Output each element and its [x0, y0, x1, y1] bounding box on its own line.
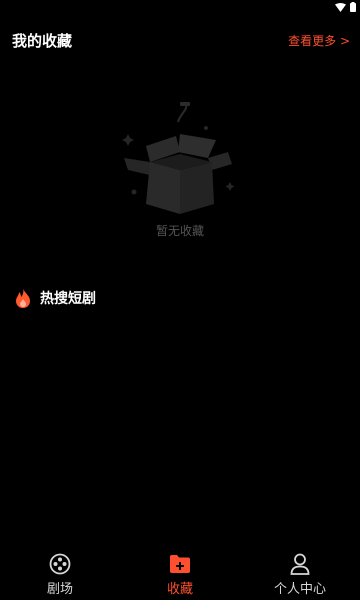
- hot-dramas-title: 热搜短剧: [40, 291, 96, 307]
- page-title: 我的收藏: [12, 31, 73, 50]
- battery-icon: [350, 2, 356, 12]
- empty-box-icon: [122, 102, 235, 214]
- hot-dramas-header: 热搜短剧: [14, 288, 96, 308]
- tab-theater-label: 剧场: [46, 582, 73, 597]
- bottom-tab-bar: 剧场 收藏 个人中心: [0, 550, 360, 600]
- fire-icon: [16, 288, 30, 308]
- tab-profile[interactable]: 个人中心: [240, 550, 360, 600]
- empty-state-text: 暂无收藏: [155, 224, 204, 238]
- status-icons: [335, 2, 356, 12]
- view-more-link[interactable]: 查看更多 >: [288, 32, 350, 49]
- tab-profile-label: 个人中心: [273, 582, 326, 597]
- film-reel-icon: [48, 552, 72, 576]
- folder-add-icon: [168, 552, 192, 576]
- empty-state: 暂无收藏: [0, 96, 360, 246]
- person-icon: [288, 552, 312, 576]
- tab-theater[interactable]: 剧场: [0, 550, 120, 600]
- favorites-screen: 我的收藏 查看更多 > 暂无收藏 热搜短剧 剧场 收藏 个人中心: [0, 0, 360, 600]
- header: 我的收藏 查看更多 >: [12, 28, 350, 52]
- tab-favorites-label: 收藏: [166, 582, 193, 597]
- status-bar: [0, 0, 360, 14]
- wifi-icon: [335, 2, 346, 12]
- tab-favorites[interactable]: 收藏: [120, 550, 240, 600]
